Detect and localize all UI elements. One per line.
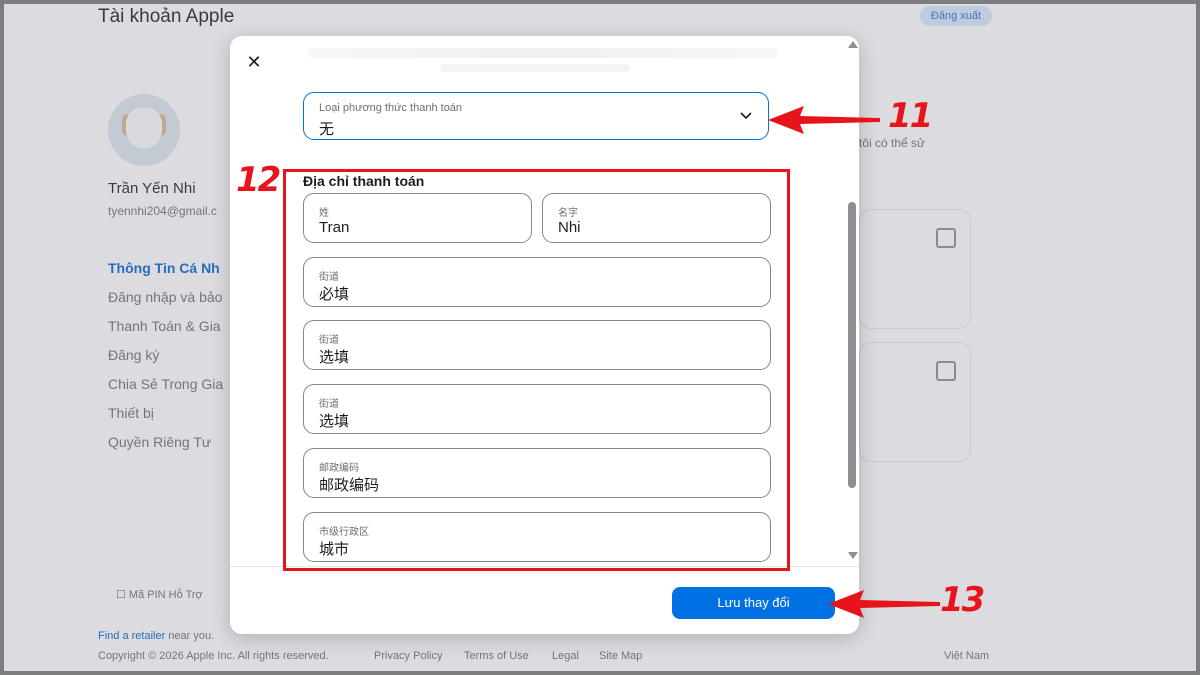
chevron-down-icon bbox=[740, 112, 752, 120]
scroll-thumb[interactable] bbox=[848, 202, 856, 488]
faded-header-text bbox=[440, 64, 630, 72]
modal-footer: Lưu thay đổi bbox=[230, 566, 859, 634]
annotation-box-12 bbox=[283, 169, 790, 571]
payment-method-select[interactable]: Loại phương thức thanh toán 无 bbox=[303, 92, 769, 140]
page-frame: Tài khoản Apple Đăng xuất Trần Yến Nhi t… bbox=[4, 4, 1196, 671]
close-button[interactable]: ✕ bbox=[244, 52, 264, 72]
save-changes-button[interactable]: Lưu thay đổi bbox=[672, 587, 835, 619]
payment-method-value: 无 bbox=[319, 121, 335, 138]
scroll-down-arrow-icon[interactable] bbox=[848, 552, 858, 559]
annotation-number-11: 11 bbox=[888, 96, 933, 136]
scroll-up-arrow-icon[interactable] bbox=[848, 41, 858, 48]
annotation-arrow-13-icon bbox=[828, 590, 940, 618]
payment-method-label: Loại phương thức thanh toán bbox=[319, 102, 463, 114]
faded-header-text bbox=[308, 48, 778, 58]
annotation-number-13: 13 bbox=[940, 580, 985, 620]
annotation-number-12: 12 bbox=[236, 160, 281, 200]
annotation-arrow-11-icon bbox=[768, 106, 880, 134]
